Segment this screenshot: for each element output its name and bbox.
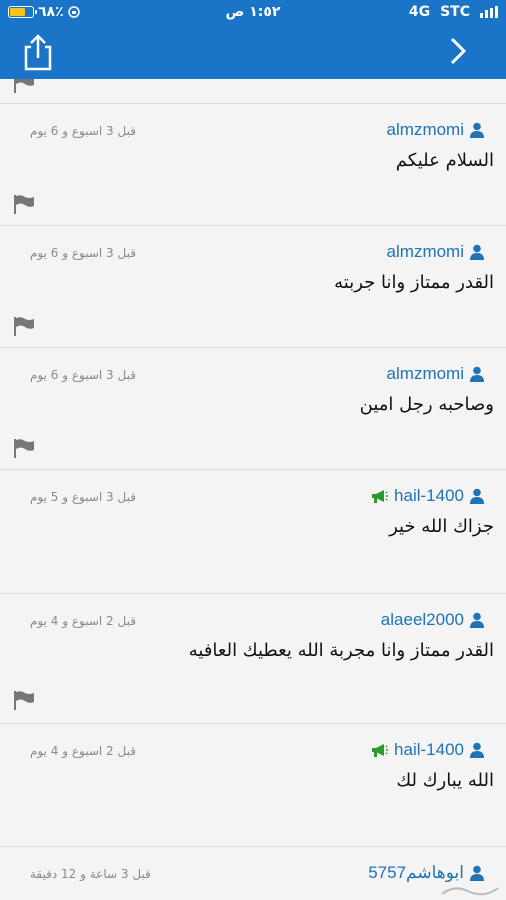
comment-username[interactable]: almzmomi — [387, 120, 464, 140]
comment-author[interactable]: hail-1400 — [370, 486, 484, 506]
comment-time: قبل 3 اسبوع و 6 يوم — [30, 246, 136, 260]
comment-text: القدر ممتاز وانا مجربة الله يعطيك العافي… — [188, 640, 494, 661]
comment-item: alaeel2000 قبل 2 اسبوع و 4 يوم القدر ممتاز… — [0, 594, 506, 724]
report-flag-icon[interactable] — [12, 79, 36, 93]
comment-author[interactable]: alaeel2000 — [381, 610, 484, 630]
comment-author[interactable]: ابوهاشم5757 — [368, 863, 484, 883]
comment-time: قبل 3 اسبوع و 5 يوم — [30, 490, 136, 504]
comment-username[interactable]: hail-1400 — [394, 486, 464, 506]
report-flag-icon[interactable] — [12, 690, 36, 710]
status-bar: ٦٨٪ ١:٥٢ ص 4G STC — [0, 0, 506, 26]
comment-author[interactable]: almzmomi — [387, 242, 484, 262]
comment-author[interactable]: hail-1400 — [370, 740, 484, 760]
carrier-status: 4G STC — [409, 4, 498, 20]
report-flag-icon[interactable] — [12, 438, 36, 458]
app-header: ٦٨٪ ١:٥٢ ص 4G STC — [0, 0, 506, 79]
user-icon — [470, 865, 484, 881]
list-item — [0, 79, 506, 104]
user-icon — [470, 488, 484, 504]
megaphone-icon — [372, 490, 389, 503]
comment-item: ابوهاشم5757 قبل 3 ساعة و 12 دقيقة — [0, 847, 506, 900]
comment-text: جزاك الله خير — [389, 516, 494, 537]
signal-icon — [480, 6, 498, 18]
comment-item: hail-1400 قبل 3 اسبوع و 5 يوم جزاك الله خي… — [0, 470, 506, 594]
megaphone-icon — [372, 744, 389, 757]
chevron-right-icon[interactable] — [446, 36, 470, 66]
comment-username[interactable]: alaeel2000 — [381, 610, 464, 630]
comment-text: الله يبارك لك — [396, 770, 494, 791]
comment-list: almzmomi قبل 3 اسبوع و 6 يوم السلام عليكم a… — [0, 79, 506, 900]
comment-time: قبل 3 اسبوع و 6 يوم — [30, 124, 136, 138]
carrier-name: STC — [440, 4, 470, 20]
comment-time: قبل 2 اسبوع و 4 يوم — [30, 614, 136, 628]
comment-time: قبل 2 اسبوع و 4 يوم — [30, 744, 136, 758]
comment-username[interactable]: ابوهاشم5757 — [368, 863, 464, 883]
comment-text: القدر ممتاز وانا جربته — [334, 272, 494, 293]
comment-username[interactable]: hail-1400 — [394, 740, 464, 760]
comment-text: السلام عليكم — [395, 150, 494, 171]
user-icon — [470, 612, 484, 628]
comment-text: وصاحبه رجل امين — [359, 394, 494, 415]
network-type: 4G — [408, 4, 431, 20]
comment-item: hail-1400 قبل 2 اسبوع و 4 يوم الله يبارك ل… — [0, 724, 506, 847]
watermark-logo — [441, 887, 499, 896]
user-icon — [470, 742, 484, 758]
user-icon — [470, 122, 484, 138]
comment-username[interactable]: almzmomi — [387, 364, 464, 384]
comment-time: قبل 3 ساعة و 12 دقيقة — [30, 867, 151, 881]
comment-item: almzmomi قبل 3 اسبوع و 6 يوم السلام عليكم — [0, 104, 506, 226]
report-flag-icon[interactable] — [12, 194, 36, 214]
comment-item: almzmomi قبل 3 اسبوع و 6 يوم القدر ممتاز و… — [0, 226, 506, 348]
user-icon — [470, 244, 484, 260]
user-icon — [470, 366, 484, 382]
comment-author[interactable]: almzmomi — [387, 120, 484, 140]
comment-item: almzmomi قبل 3 اسبوع و 6 يوم وصاحبه رجل ام… — [0, 348, 506, 470]
comment-author[interactable]: almzmomi — [387, 364, 484, 384]
report-flag-icon[interactable] — [12, 316, 36, 336]
comment-username[interactable]: almzmomi — [387, 242, 464, 262]
comment-time: قبل 3 اسبوع و 6 يوم — [30, 368, 136, 382]
share-icon[interactable] — [22, 33, 54, 71]
